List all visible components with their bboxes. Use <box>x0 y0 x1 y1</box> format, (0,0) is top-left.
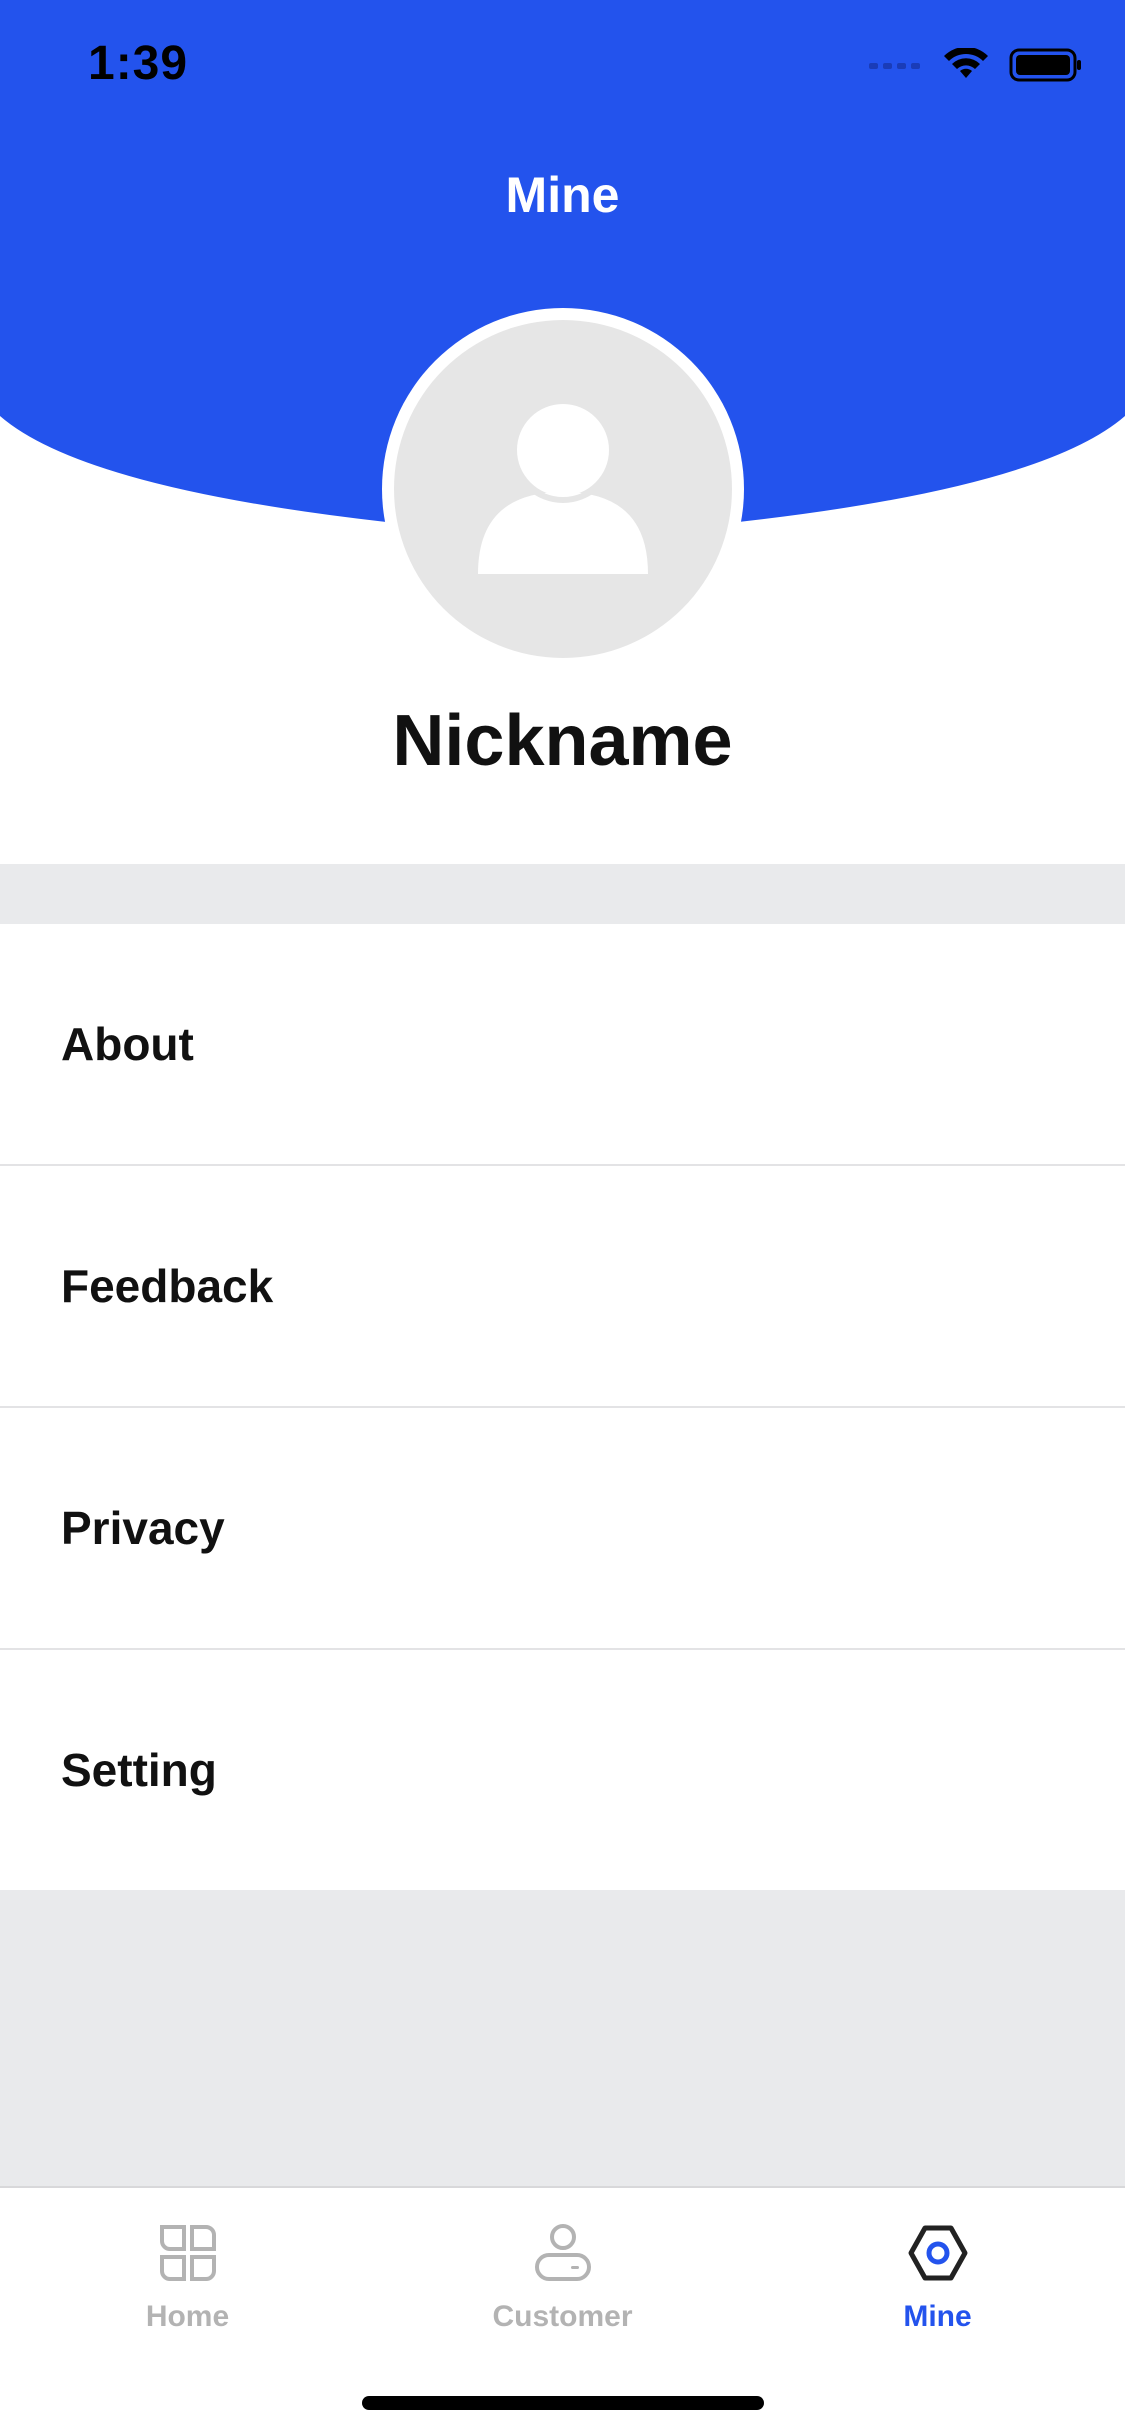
profile-header: 1:39 Mine Nickname <box>0 0 1125 864</box>
menu-item-feedback[interactable]: Feedback <box>0 1166 1125 1408</box>
status-time: 1:39 <box>88 37 189 90</box>
menu-item-label: Privacy <box>61 1502 225 1554</box>
tab-mine[interactable]: Mine <box>750 2208 1125 2358</box>
nickname: Nickname <box>392 701 733 781</box>
avatar[interactable] <box>394 320 732 658</box>
tab-customer[interactable]: Customer <box>375 2208 750 2358</box>
tab-label: Mine <box>903 2300 972 2333</box>
menu-list: About Feedback Privacy Setting <box>0 924 1125 1890</box>
menu-item-label: Feedback <box>61 1260 274 1312</box>
grid-icon <box>155 2220 221 2286</box>
menu-item-about[interactable]: About <box>0 924 1125 1166</box>
menu-item-label: Setting <box>61 1744 217 1796</box>
battery-icon <box>1009 48 1081 82</box>
tab-home[interactable]: Home <box>0 2208 375 2358</box>
user-icon <box>530 2220 596 2286</box>
home-indicator <box>362 2396 764 2410</box>
user-silhouette-icon <box>478 404 648 574</box>
hexagon-icon <box>905 2220 971 2286</box>
mine-screen: 1:39 Mine Nickname About Feedback Privac… <box>0 0 1125 2436</box>
cellular-signal-icon <box>869 63 920 69</box>
tab-label: Customer <box>492 2300 633 2333</box>
menu-item-label: About <box>61 1018 194 1070</box>
tab-label: Home <box>145 2300 230 2333</box>
menu-item-privacy[interactable]: Privacy <box>0 1408 1125 1650</box>
status-icons <box>869 48 1083 82</box>
wifi-icon <box>944 48 988 78</box>
menu-item-setting[interactable]: Setting <box>0 1650 1125 1890</box>
page-title: Mine <box>505 167 620 223</box>
status-bar: 1:39 <box>0 0 1125 132</box>
